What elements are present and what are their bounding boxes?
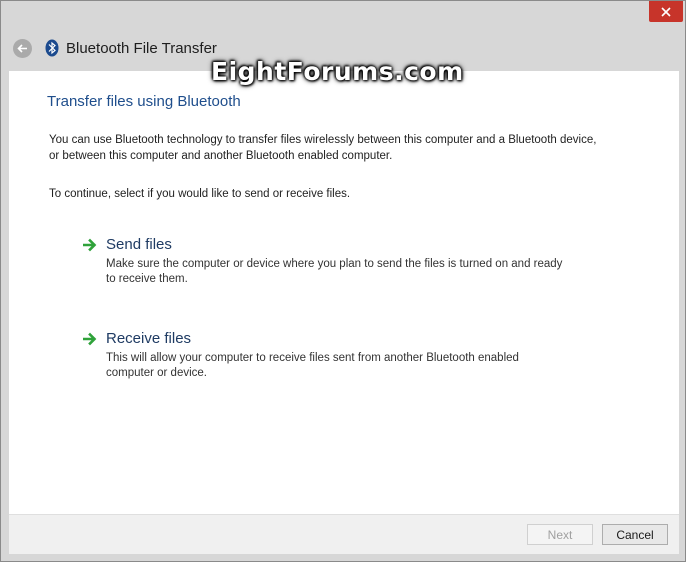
- receive-files-title[interactable]: Receive files: [106, 330, 191, 347]
- instruction-text: To continue, select if you would like to…: [49, 188, 351, 200]
- green-arrow-icon: [83, 238, 97, 252]
- receive-files-description: This will allow your computer to receive…: [106, 352, 519, 379]
- next-button[interactable]: Next: [527, 524, 593, 545]
- back-button[interactable]: [13, 39, 32, 58]
- watermark: EightForums.com: [211, 57, 464, 86]
- intro-text: You can use Bluetooth technology to tran…: [49, 134, 597, 162]
- back-arrow-icon: [17, 44, 27, 53]
- dialog-window: Bluetooth File Transfer EightForums.com …: [0, 0, 686, 562]
- close-button[interactable]: [649, 1, 683, 22]
- window-title: Bluetooth File Transfer: [66, 40, 217, 57]
- send-files-description: Make sure the computer or device where y…: [106, 258, 563, 285]
- page-heading: Transfer files using Bluetooth: [47, 93, 241, 110]
- footer-bar: Next Cancel: [9, 514, 679, 554]
- content-area: Transfer files using Bluetooth You can u…: [9, 71, 679, 514]
- send-files-title[interactable]: Send files: [106, 236, 172, 253]
- cancel-button[interactable]: Cancel: [602, 524, 668, 545]
- green-arrow-icon: [83, 332, 97, 346]
- close-icon: [661, 6, 671, 17]
- bluetooth-icon: [45, 39, 59, 57]
